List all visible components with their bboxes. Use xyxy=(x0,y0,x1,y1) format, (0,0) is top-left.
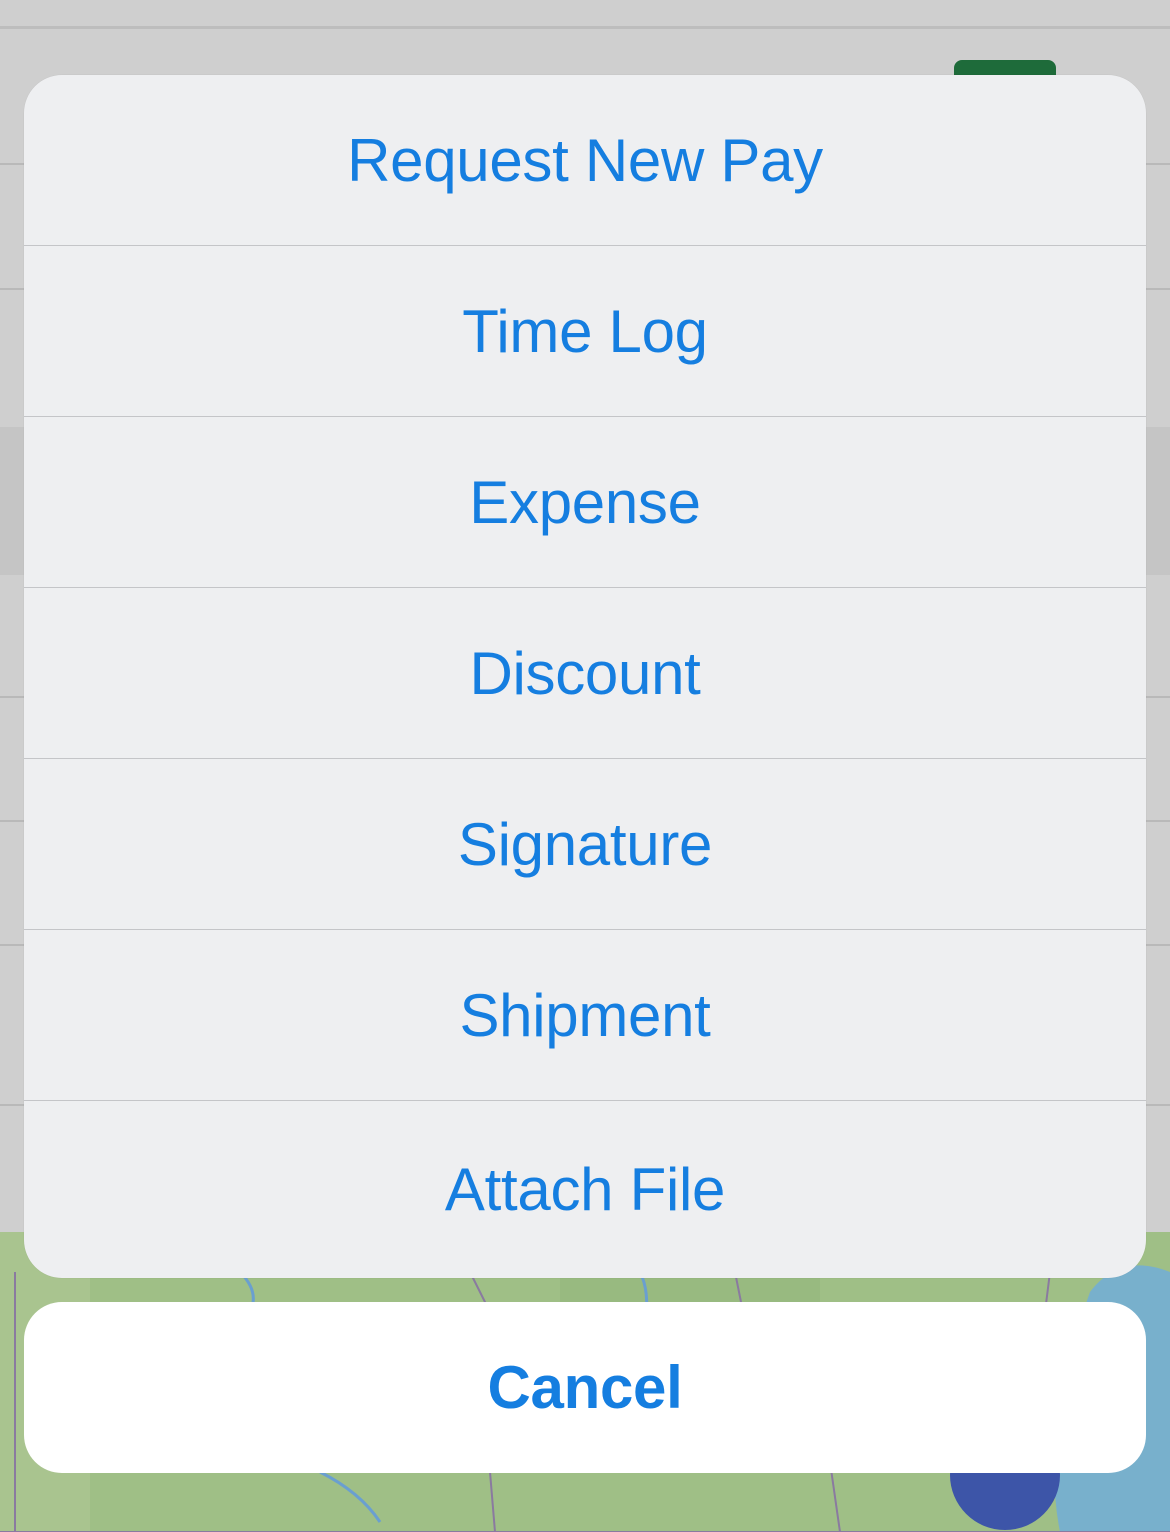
action-label: Request New Pay xyxy=(347,126,823,194)
action-label: Expense xyxy=(469,468,701,536)
action-discount[interactable]: Discount xyxy=(24,588,1146,759)
action-label: Attach File xyxy=(444,1156,726,1223)
action-label: Signature xyxy=(457,810,713,878)
action-shipment[interactable]: Shipment xyxy=(24,930,1146,1101)
action-signature[interactable]: Signature xyxy=(24,759,1146,930)
action-attach-file[interactable]: Attach File xyxy=(24,1101,1146,1278)
action-request-new-pay[interactable]: Request New Pay xyxy=(24,75,1146,246)
background-divider xyxy=(0,26,1170,29)
cancel-button[interactable]: Cancel xyxy=(24,1302,1146,1473)
action-time-log[interactable]: Time Log xyxy=(24,246,1146,417)
action-label: Discount xyxy=(469,639,701,707)
action-sheet: Request New Pay Time Log Expense Discoun… xyxy=(24,75,1146,1278)
action-label: Shipment xyxy=(459,981,711,1049)
action-label: Time Log xyxy=(462,297,708,365)
cancel-label: Cancel xyxy=(487,1354,683,1421)
action-expense[interactable]: Expense xyxy=(24,417,1146,588)
